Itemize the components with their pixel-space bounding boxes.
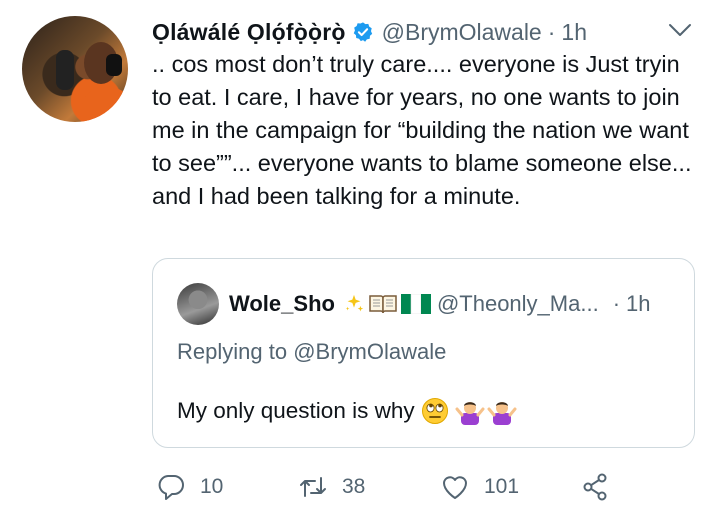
retweet-icon — [300, 477, 326, 497]
name-emojis — [343, 293, 431, 315]
verified-badge-icon — [353, 22, 372, 42]
author-handle[interactable]: @BrymOlawale — [382, 19, 542, 46]
author-name[interactable]: Ọláwálé Ọlọ́fọ̀ọ̀rọ̀ — [152, 19, 346, 46]
like-count: 101 — [484, 475, 520, 498]
face-with-rolling-eyes-icon — [421, 398, 448, 424]
quoted-text: My only question is why — [177, 397, 517, 425]
retweet-count: 38 — [342, 475, 366, 498]
quoted-name: Wole_Sho — [229, 291, 335, 316]
like-button[interactable]: 101 — [440, 472, 519, 502]
replying-to-handle: @BrymOlawale — [293, 339, 447, 364]
tweet-text: .. cos most don’t truly care.... everyon… — [152, 51, 692, 209]
reply-count: 10 — [200, 475, 224, 498]
share-button[interactable] — [580, 472, 610, 502]
quoted-tweet[interactable]: Wole_Sho @Theonly_Ma... · 1h Replying to… — [152, 258, 695, 448]
sparkles-icon — [345, 294, 364, 312]
reply-button[interactable]: 10 — [156, 472, 223, 502]
person-shrugging-icon — [455, 402, 485, 425]
reply-icon — [158, 475, 184, 500]
quoted-text-body: My only question is why — [177, 398, 415, 423]
tweet-timestamp[interactable]: 1h — [561, 19, 587, 46]
quoted-avatar — [177, 283, 219, 325]
quoted-header: Wole_Sho @Theonly_Ma... · 1h — [229, 289, 651, 319]
author-avatar[interactable] — [22, 16, 128, 122]
open-book-icon — [369, 295, 397, 314]
person-shrugging-icon — [487, 402, 517, 425]
chevron-down-icon[interactable] — [668, 22, 692, 40]
retweet-button[interactable]: 38 — [298, 472, 365, 502]
quoted-timestamp: 1h — [626, 291, 651, 316]
nigeria-flag-icon — [400, 294, 431, 314]
quoted-handle: @Theonly_Ma... — [436, 291, 599, 316]
share-icon — [583, 473, 607, 501]
replying-to-label: Replying to — [177, 339, 288, 364]
quoted-separator: · — [612, 291, 621, 316]
heart-icon — [443, 476, 467, 499]
action-bar: 10 38 101 — [156, 472, 626, 506]
replying-to: Replying to @BrymOlawale — [177, 339, 446, 365]
tweet-header: Ọláwálé Ọlọ́fọ̀ọ̀rọ̀ @BrymOlawale · 1h — [152, 14, 587, 50]
header-separator: · — [547, 18, 556, 45]
